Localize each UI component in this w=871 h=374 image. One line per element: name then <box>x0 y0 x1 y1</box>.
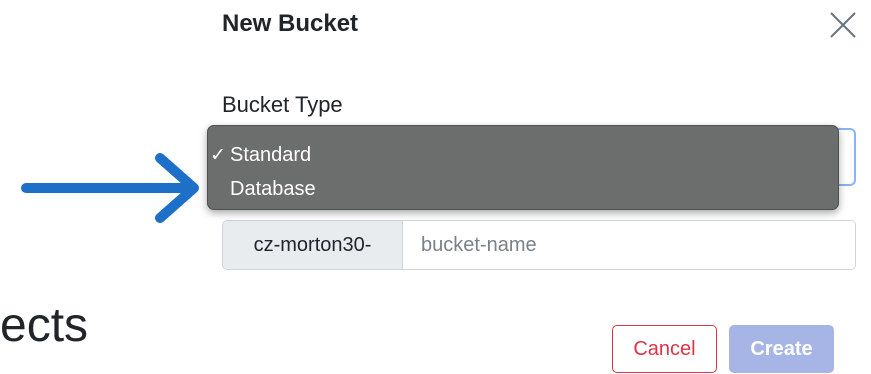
bucket-name-prefix: cz-morton30- <box>223 221 403 269</box>
modal-title: New Bucket <box>222 10 359 37</box>
background-partial-heading: ects <box>0 299 89 352</box>
option-standard[interactable]: ✓ Standard <box>208 138 838 172</box>
bucket-type-dropdown: ✓ Standard Database <box>207 125 839 210</box>
cancel-button[interactable]: Cancel <box>612 325 717 373</box>
bucket-name-input[interactable] <box>403 221 855 269</box>
right-arrow-icon <box>21 153 199 223</box>
bucket-name-group: cz-morton30- <box>222 220 856 270</box>
create-button[interactable]: Create <box>729 325 834 373</box>
checkmark-icon: ✓ <box>210 144 226 166</box>
new-bucket-modal: New Bucket Bucket Type cz-morton30- ✓ St… <box>0 0 871 374</box>
bucket-type-label: Bucket Type <box>222 92 343 117</box>
option-label: Database <box>230 177 316 200</box>
option-database[interactable]: Database <box>208 172 838 206</box>
option-label: Standard <box>230 143 312 166</box>
close-icon[interactable] <box>828 10 858 40</box>
